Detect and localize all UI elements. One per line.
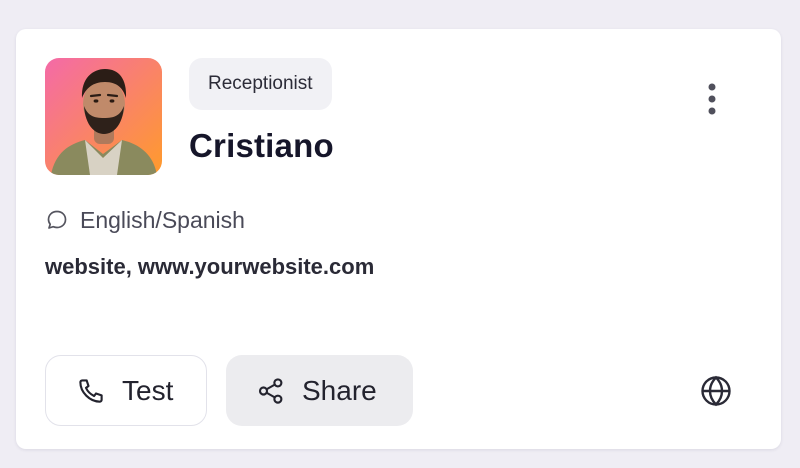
share-button-label: Share	[302, 374, 377, 406]
share-icon	[256, 376, 286, 406]
knowledge-source: website, www.yourwebsite.com	[45, 254, 375, 279]
more-options-button[interactable]	[699, 77, 725, 121]
test-button[interactable]: Test	[45, 355, 207, 426]
language-label: English/Spanish	[80, 206, 245, 233]
language-row: English/Spanish	[45, 205, 245, 235]
agent-card: Receptionist Cristiano English/Spanish w…	[16, 29, 781, 449]
avatar	[45, 58, 162, 175]
avatar-image	[45, 58, 162, 175]
share-button[interactable]: Share	[226, 355, 413, 426]
website-button[interactable]	[697, 372, 735, 410]
globe-icon	[701, 375, 731, 407]
phone-icon	[76, 376, 106, 406]
role-badge: Receptionist	[189, 58, 332, 110]
chat-bubble-icon	[45, 208, 69, 232]
test-button-label: Test	[122, 374, 174, 406]
more-vertical-icon	[708, 83, 716, 115]
agent-name: Cristiano	[189, 127, 334, 164]
